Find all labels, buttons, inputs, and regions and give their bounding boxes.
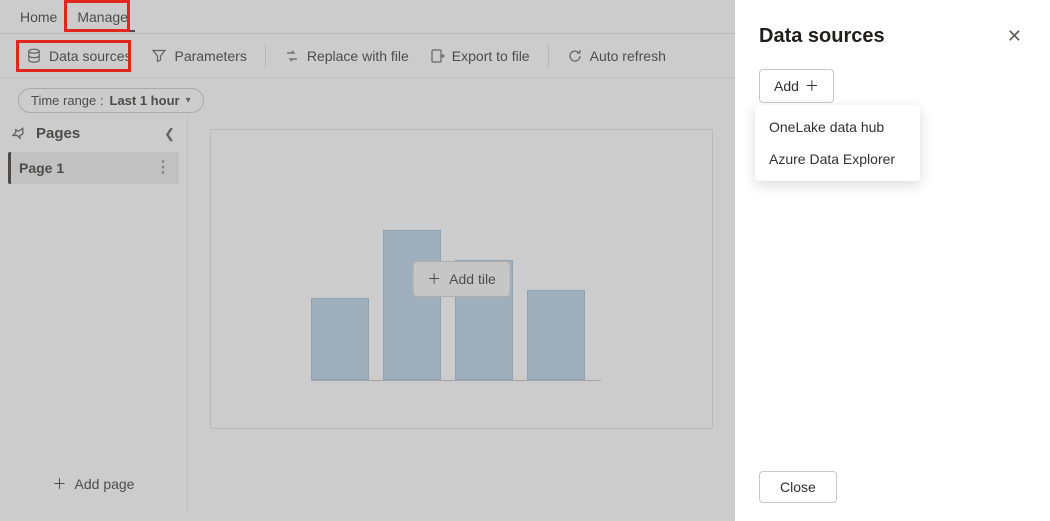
panel-title: Data sources	[759, 25, 885, 48]
add-menu: OneLake data hub Azure Data Explorer	[755, 105, 920, 181]
close-icon[interactable]: ✕	[1003, 22, 1026, 51]
add-page-button[interactable]: ＋ Add page	[0, 466, 187, 502]
canvas-wrap: ＋ Add tile	[188, 113, 735, 512]
add-data-source-button[interactable]: Add ＋	[759, 69, 834, 103]
time-range-pill[interactable]: Time range : Last 1 hour ▾	[18, 88, 204, 113]
page-item-label: Page 1	[19, 160, 64, 176]
panel-footer: Close	[759, 471, 837, 503]
auto-refresh-button[interactable]: Auto refresh	[559, 43, 674, 69]
replace-label: Replace with file	[307, 48, 409, 64]
time-range-label: Time range :	[31, 93, 104, 108]
collapse-pages-icon[interactable]: ❮	[164, 126, 175, 142]
parameters-label: Parameters	[174, 48, 246, 64]
separator	[548, 44, 549, 68]
plus-icon: ＋	[53, 474, 67, 494]
plus-icon: ＋	[805, 76, 819, 96]
chart-placeholder	[311, 220, 601, 380]
export-label: Export to file	[452, 48, 530, 64]
canvas[interactable]: ＋ Add tile	[210, 129, 713, 429]
highlight-data-sources	[16, 40, 131, 72]
chart-bar	[311, 298, 369, 381]
data-sources-panel: Data sources ✕ Add ＋ OneLake data hub Az…	[735, 0, 1050, 521]
page-item[interactable]: Page 1 ⋮	[8, 152, 179, 184]
chevron-down-icon: ▾	[186, 95, 191, 106]
highlight-tab-manage	[64, 0, 130, 32]
export-icon	[429, 48, 445, 64]
chart-axis	[311, 380, 601, 381]
main-area: Home Manage Data sources Parameters	[0, 0, 735, 521]
panel-header: Data sources ✕	[735, 0, 1050, 59]
tab-home[interactable]: Home	[10, 3, 67, 31]
pages-title: Pages	[36, 125, 80, 142]
add-tile-label: Add tile	[449, 271, 496, 287]
pin-icon	[12, 126, 28, 142]
panel-body: Add ＋ OneLake data hub Azure Data Explor…	[735, 59, 1050, 103]
replace-icon	[284, 48, 300, 64]
filter-icon	[151, 48, 167, 64]
replace-button[interactable]: Replace with file	[276, 43, 417, 69]
auto-refresh-label: Auto refresh	[590, 48, 666, 64]
body: Pages ❮ Page 1 ⋮ ＋ Add page ＋ Add tile	[0, 113, 735, 512]
menu-item-onelake[interactable]: OneLake data hub	[755, 111, 920, 143]
add-tile-button[interactable]: ＋ Add tile	[412, 261, 511, 297]
plus-icon: ＋	[427, 269, 441, 289]
add-page-label: Add page	[75, 476, 135, 492]
chart-bar	[527, 290, 585, 380]
pages-panel: Pages ❮ Page 1 ⋮ ＋ Add page	[0, 113, 188, 512]
add-label: Add	[774, 78, 799, 94]
menu-item-azure-data-explorer[interactable]: Azure Data Explorer	[755, 143, 920, 175]
close-button[interactable]: Close	[759, 471, 837, 503]
pages-header: Pages ❮	[8, 123, 179, 152]
separator	[265, 44, 266, 68]
parameters-button[interactable]: Parameters	[143, 43, 254, 69]
chart-bar	[383, 230, 441, 380]
time-range-value: Last 1 hour	[110, 93, 180, 108]
export-button[interactable]: Export to file	[421, 43, 538, 69]
pill-row: Time range : Last 1 hour ▾	[0, 78, 735, 113]
refresh-icon	[567, 48, 583, 64]
